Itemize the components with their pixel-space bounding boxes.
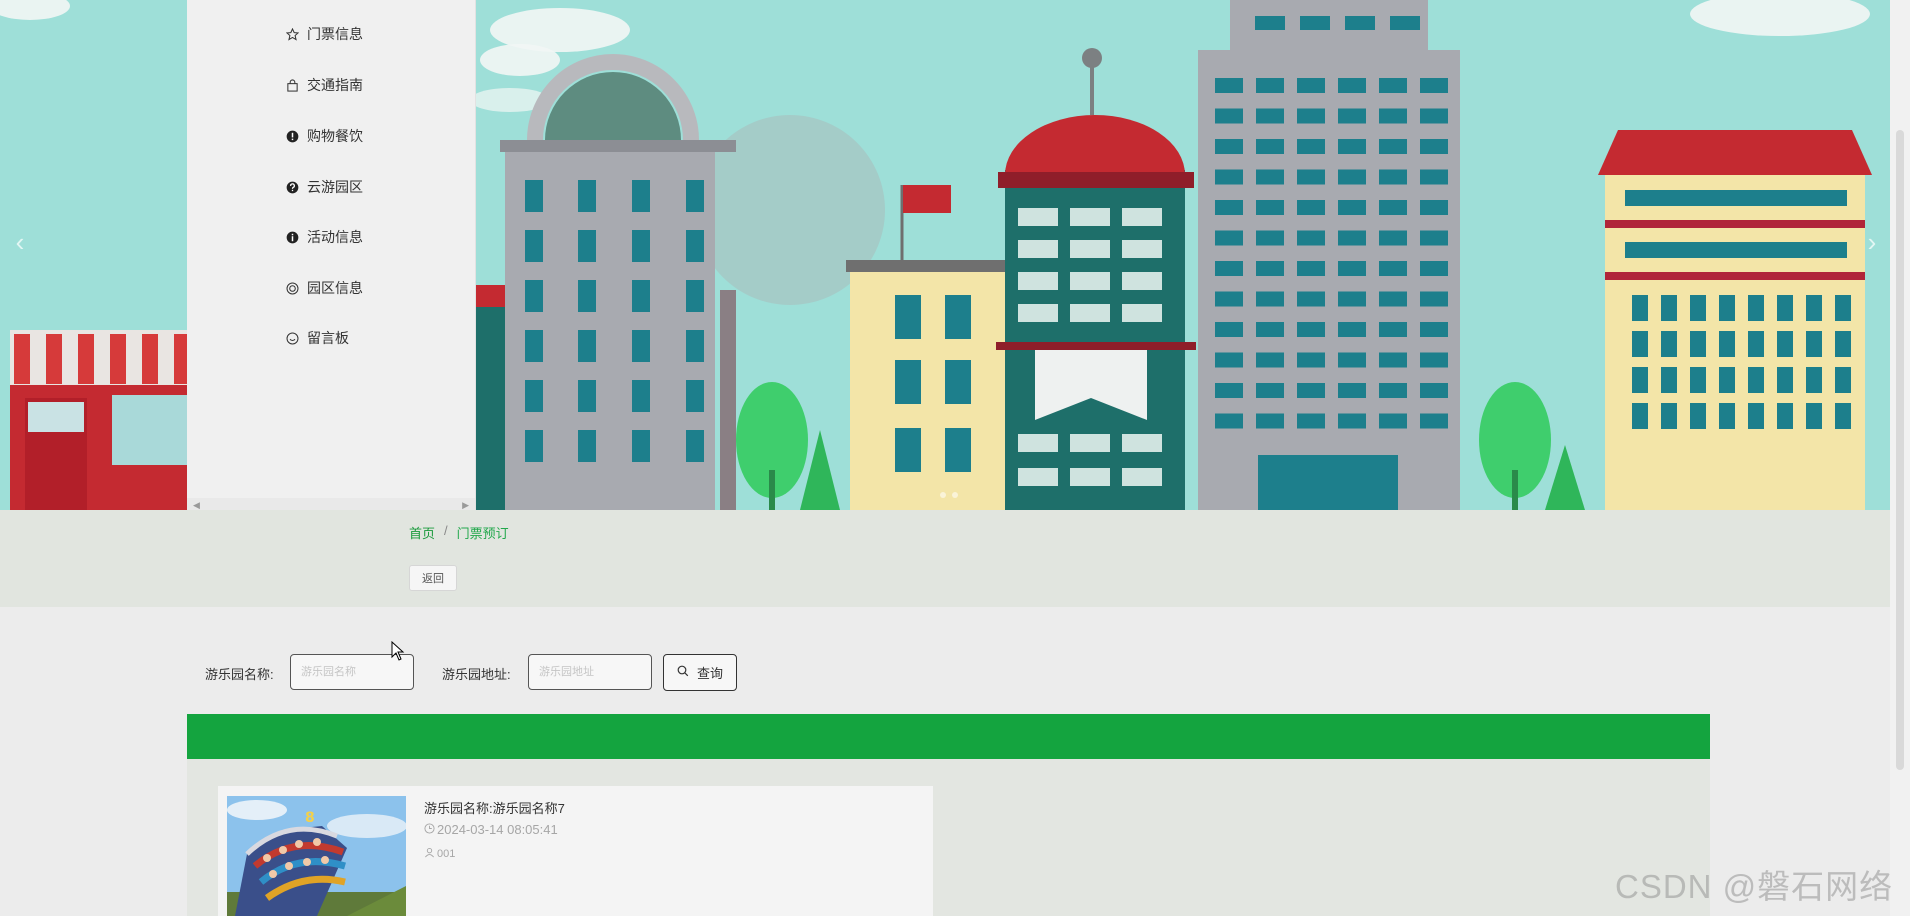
svg-text:8: 8 [305,810,315,826]
clock-icon [424,822,435,837]
menu-item-activities[interactable]: 活动信息 [285,225,363,249]
breadcrumb-current: 门票预订 [456,526,509,541]
smile-icon [285,331,299,345]
menu-item-label: 门票信息 [307,26,363,42]
watermark: CSDN @磐石网络 [1615,868,1894,905]
menu-item-label: 购物餐饮 [307,128,363,144]
ticket-card[interactable]: 8 游乐园名称:游乐园名称7 2024-03-14 08:05:41 001 [218,786,933,916]
breadcrumb: 首页 / 门票预订 [409,523,509,542]
menu-item-park-info[interactable]: 园区信息 [285,276,363,300]
menu-item-message-board[interactable]: 留言板 [285,326,349,350]
ticket-thumbnail[interactable]: 8 [227,796,406,916]
carousel-dot[interactable] [952,492,958,498]
menu-item-label: 活动信息 [307,229,363,245]
park-name-label: 游乐园名称: [205,667,274,682]
page-scrollbar[interactable] [1890,0,1910,916]
search-icon [677,665,689,680]
search-button[interactable]: 查询 [663,654,737,691]
park-address-label: 游乐园地址: [442,667,511,682]
user-icon [424,847,435,861]
breadcrumb-bar: 首页 / 门票预订 返回 [0,510,1890,607]
section-header-bar [187,714,1710,759]
question-circle-icon [285,180,299,194]
bag-icon [285,78,299,92]
ticket-date-text: 2024-03-14 08:05:41 [437,822,558,837]
menu-item-label: 交通指南 [307,77,363,93]
ticket-title[interactable]: 游乐园名称:游乐园名称7 [424,798,565,817]
menu-item-label: 园区信息 [307,280,363,296]
ticket-views: 001 [424,847,455,861]
menu-item-virtual-tour[interactable]: 云游园区 [285,175,363,199]
menu-item-traffic[interactable]: 交通指南 [285,73,363,97]
exclamation-circle-icon [285,129,299,143]
info-circle-icon [285,230,299,244]
breadcrumb-home-link[interactable]: 首页 [409,523,435,542]
carousel-prev-button[interactable]: ‹ [6,228,34,256]
search-button-label: 查询 [696,666,723,681]
ticket-date: 2024-03-14 08:05:41 [424,822,558,837]
menu-item-shopping[interactable]: 购物餐饮 [285,124,363,148]
carousel-indicators [940,492,958,498]
carousel-dot[interactable] [940,492,946,498]
ticket-views-count: 001 [437,848,456,860]
nav-menu: 门票信息 交通指南 购物餐饮 云游园区 活动信息 园区信息 留言板 ◀ ▶ [187,0,476,512]
menu-item-label: 留言板 [307,330,349,346]
star-icon [285,27,299,41]
breadcrumb-separator: / [444,523,448,538]
park-address-input[interactable] [528,654,652,690]
back-button[interactable]: 返回 [409,565,457,591]
carousel-next-button[interactable]: › [1858,228,1886,256]
menu-item-tickets[interactable]: 门票信息 [285,22,363,46]
scrollbar-thumb[interactable] [1896,130,1904,770]
target-icon [285,281,299,295]
menu-item-label: 云游园区 [307,179,363,195]
mouse-cursor-icon [391,640,405,666]
